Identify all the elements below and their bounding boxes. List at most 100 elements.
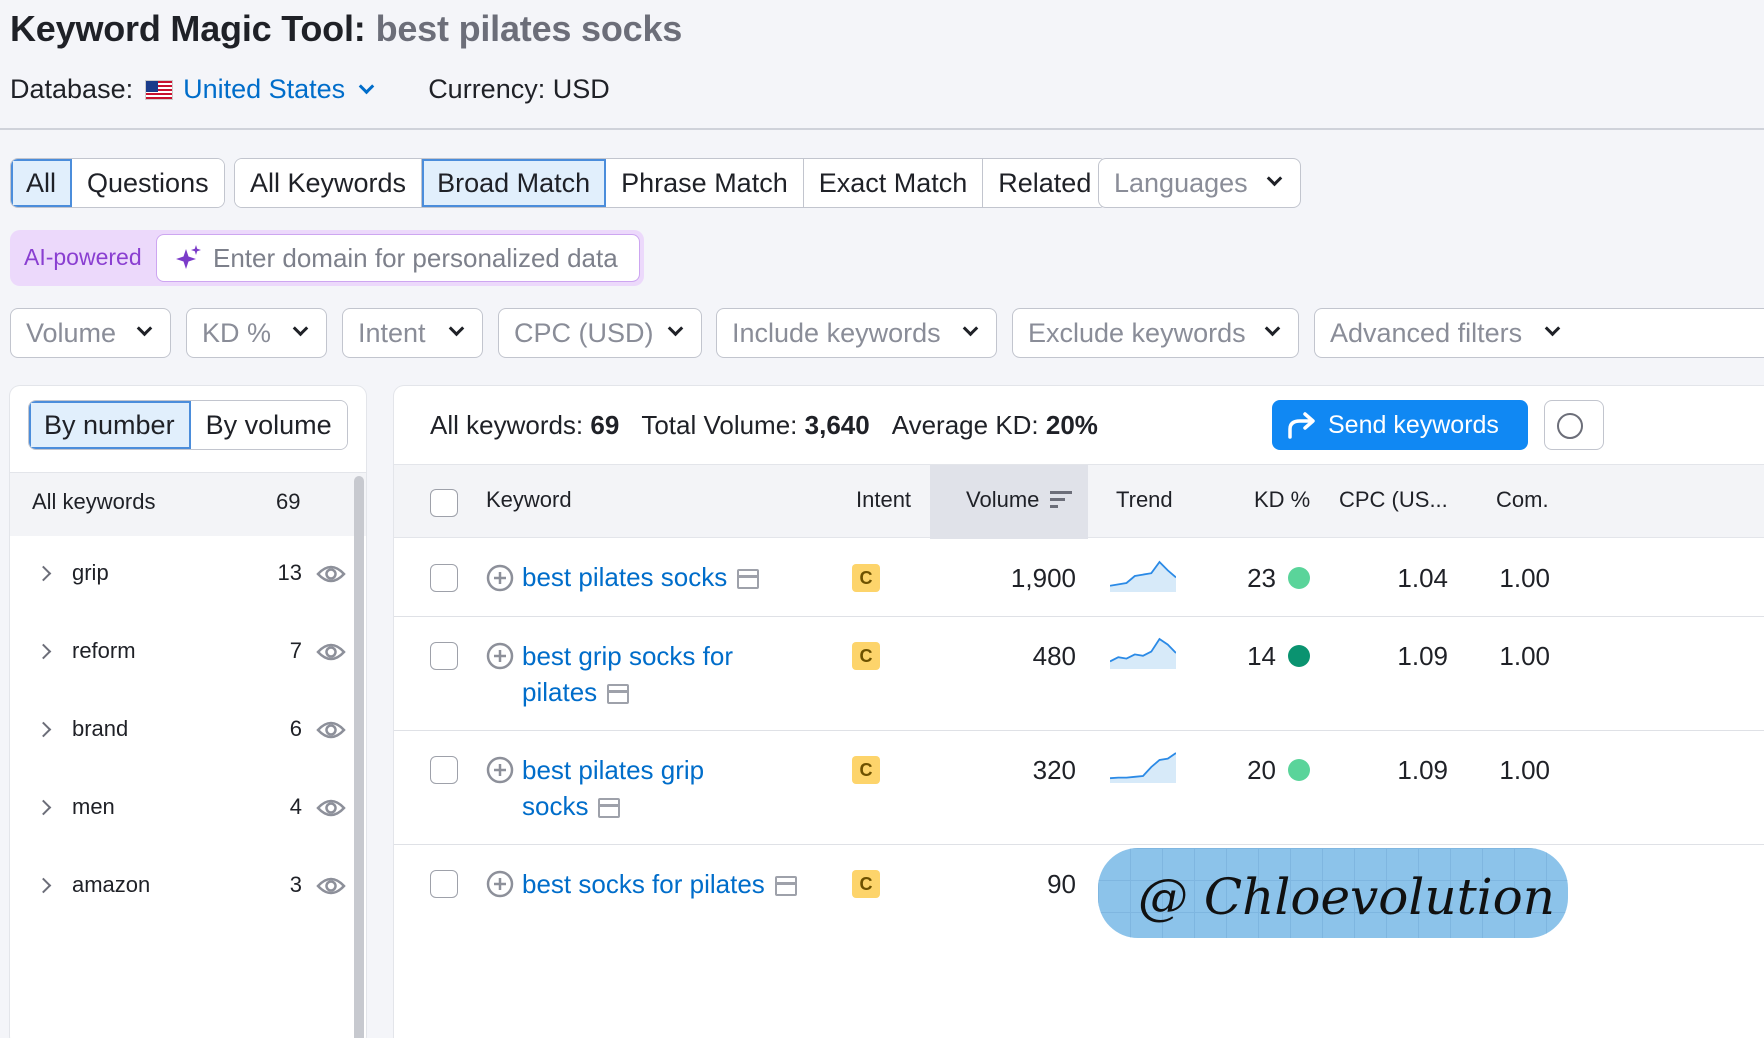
filter-exclude-keywords[interactable]: Exclude keywords bbox=[1012, 308, 1299, 358]
group-item[interactable]: grip 13 bbox=[10, 536, 366, 614]
column-trend[interactable]: Trend bbox=[1116, 487, 1173, 513]
sort-by-volume-button[interactable]: By volume bbox=[190, 401, 347, 449]
all-keywords-label: All keywords bbox=[32, 489, 156, 514]
column-volume[interactable]: Volume bbox=[966, 487, 1039, 513]
tab-exact-match[interactable]: Exact Match bbox=[803, 159, 984, 207]
filter-label: Include keywords bbox=[732, 317, 941, 348]
eye-icon[interactable] bbox=[316, 562, 346, 586]
chevron-down-icon bbox=[1266, 170, 1283, 187]
filter-include-keywords[interactable]: Include keywords bbox=[716, 308, 997, 358]
send-keywords-button[interactable]: Send keywords bbox=[1272, 400, 1528, 450]
database-selector[interactable]: United States bbox=[183, 74, 375, 105]
column-competition[interactable]: Com. bbox=[1496, 487, 1549, 513]
filter-kd[interactable]: KD % bbox=[186, 308, 327, 358]
serp-icon[interactable] bbox=[598, 798, 621, 819]
group-item[interactable]: amazon 3 bbox=[10, 848, 366, 926]
trend-sparkline bbox=[1110, 752, 1176, 783]
group-count: 6 bbox=[289, 716, 302, 741]
group-name: brand bbox=[72, 716, 129, 741]
domain-input[interactable]: Enter domain for personalized data bbox=[156, 234, 640, 282]
more-options-button[interactable] bbox=[1544, 400, 1604, 450]
serp-icon[interactable] bbox=[607, 684, 630, 705]
volume-value: 1,900 bbox=[1010, 563, 1076, 593]
column-keyword[interactable]: Keyword bbox=[486, 487, 572, 513]
chevron-right-icon[interactable] bbox=[35, 721, 52, 738]
table-row: best grip socks for pilates C 480 14 1.09… bbox=[394, 617, 1764, 731]
database-row: Database: United States Currency: USD bbox=[10, 74, 610, 105]
eye-icon[interactable] bbox=[316, 718, 346, 742]
keyword-link[interactable]: best pilates socks bbox=[522, 559, 822, 595]
chevron-down-icon bbox=[292, 320, 309, 337]
us-flag-icon bbox=[145, 79, 174, 100]
keyword-link[interactable]: best pilates grip socks bbox=[522, 752, 822, 824]
svg-text:@ Chloevolution: @ Chloevolution bbox=[1138, 868, 1555, 926]
group-name: men bbox=[72, 794, 115, 819]
chevron-down-icon bbox=[667, 320, 684, 337]
eye-icon[interactable] bbox=[316, 796, 346, 820]
group-item[interactable]: brand 6 bbox=[10, 692, 366, 770]
row-checkbox[interactable] bbox=[430, 564, 458, 592]
watermark-badge: @ Chloevolution bbox=[1098, 848, 1568, 938]
header-divider bbox=[0, 128, 1764, 130]
send-keywords-label: Send keywords bbox=[1328, 410, 1499, 439]
tab-all-keywords[interactable]: All Keywords bbox=[235, 159, 423, 207]
column-cpc[interactable]: CPC (US... bbox=[1339, 487, 1448, 513]
sparkle-icon bbox=[176, 245, 201, 269]
row-checkbox[interactable] bbox=[430, 756, 458, 784]
group-count: 7 bbox=[289, 638, 302, 663]
volume-value: 480 bbox=[1032, 641, 1076, 671]
languages-dropdown[interactable]: Languages bbox=[1098, 158, 1301, 208]
tab-all[interactable]: All bbox=[11, 159, 73, 207]
search-query: best pilates socks bbox=[375, 8, 683, 49]
group-item[interactable]: reform 7 bbox=[10, 614, 366, 692]
summary-total-volume: Total Volume: 3,640 bbox=[641, 410, 870, 440]
row-checkbox[interactable] bbox=[430, 642, 458, 670]
volume-value: 320 bbox=[1032, 755, 1076, 785]
eye-icon[interactable] bbox=[316, 640, 346, 664]
kd-value: 20 bbox=[1247, 755, 1276, 785]
domain-input-placeholder: Enter domain for personalized data bbox=[213, 242, 618, 273]
keyword-link[interactable]: best socks for pilates bbox=[522, 866, 852, 902]
tab-broad-match[interactable]: Broad Match bbox=[422, 159, 607, 207]
groups-scrollbar[interactable] bbox=[354, 476, 364, 1038]
sort-by-number-button[interactable]: By number bbox=[29, 401, 191, 449]
select-all-checkbox[interactable] bbox=[430, 489, 458, 517]
add-keyword-icon[interactable] bbox=[486, 564, 514, 592]
tab-questions[interactable]: Questions bbox=[72, 159, 224, 207]
chevron-right-icon[interactable] bbox=[35, 565, 52, 582]
chevron-down-icon bbox=[962, 320, 979, 337]
tab-phrase-match[interactable]: Phrase Match bbox=[606, 159, 804, 207]
filter-intent[interactable]: Intent bbox=[342, 308, 483, 358]
filter-advanced[interactable]: Advanced filters bbox=[1314, 308, 1764, 358]
cpc-value: 1.09 bbox=[1397, 641, 1448, 671]
serp-icon[interactable] bbox=[774, 876, 797, 897]
group-item[interactable]: men 4 bbox=[10, 770, 366, 848]
chevron-right-icon[interactable] bbox=[35, 877, 52, 894]
keyword-summary: All keywords: 69 Total Volume: 3,640 Ave… bbox=[430, 410, 1098, 441]
column-kd[interactable]: KD % bbox=[1254, 487, 1310, 513]
filter-cpc[interactable]: CPC (USD) bbox=[498, 308, 702, 358]
eye-icon[interactable] bbox=[316, 874, 346, 898]
competition-value: 1.00 bbox=[1499, 755, 1550, 785]
competition-value: 1.00 bbox=[1499, 563, 1550, 593]
all-keywords-group[interactable]: All keywords 69 bbox=[10, 472, 366, 536]
summary-average-kd: Average KD: 20% bbox=[891, 410, 1098, 440]
cpc-value: 1.09 bbox=[1397, 755, 1448, 785]
add-keyword-icon[interactable] bbox=[486, 756, 514, 784]
chevron-right-icon[interactable] bbox=[35, 799, 52, 816]
add-keyword-icon[interactable] bbox=[486, 870, 514, 898]
table-header: Keyword Intent Volume Trend KD % CPC (US… bbox=[394, 464, 1764, 539]
keyword-link[interactable]: best grip socks for pilates bbox=[522, 638, 822, 710]
sort-descending-icon[interactable] bbox=[1050, 491, 1072, 509]
tab-related[interactable]: Related bbox=[983, 159, 1107, 207]
column-intent[interactable]: Intent bbox=[856, 487, 911, 513]
keyword-table-panel: All keywords: 69 Total Volume: 3,640 Ave… bbox=[394, 386, 1764, 1038]
chevron-right-icon[interactable] bbox=[35, 643, 52, 660]
row-checkbox[interactable] bbox=[430, 870, 458, 898]
add-keyword-icon[interactable] bbox=[486, 642, 514, 670]
filter-volume[interactable]: Volume bbox=[10, 308, 171, 358]
tool-name: Keyword Magic Tool: bbox=[10, 8, 366, 49]
kd-dot bbox=[1288, 759, 1310, 781]
kd-dot bbox=[1288, 567, 1310, 589]
serp-icon[interactable] bbox=[737, 569, 760, 590]
